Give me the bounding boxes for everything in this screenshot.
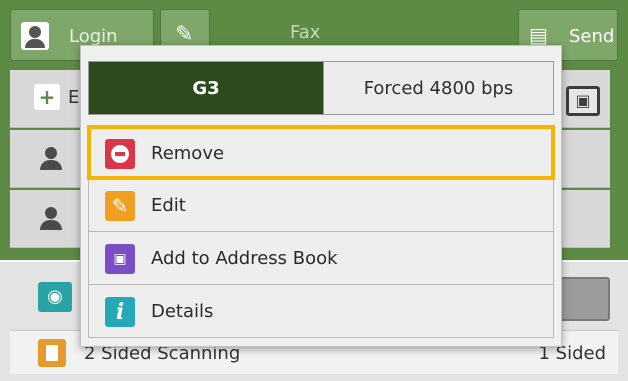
recipient-action-menu: Remove ✎ Edit ▣ Add to Address Book i De… <box>87 125 555 338</box>
forced-4800-mode-button[interactable]: Forced 4800 bps <box>323 62 553 114</box>
login-label: Login <box>69 26 118 47</box>
info-icon: i <box>105 297 135 327</box>
document-icon <box>38 339 66 367</box>
edit-menu-item[interactable]: ✎ Edit <box>88 179 554 232</box>
person-icon <box>38 145 64 171</box>
recipient-options-popup: G3 Forced 4800 bps Remove ✎ Edit ▣ Add t… <box>80 45 562 347</box>
transmission-mode-segment: G3 Forced 4800 bps <box>88 61 554 115</box>
remove-menu-item[interactable]: Remove <box>87 125 555 180</box>
add-recipient-label: E <box>68 87 80 108</box>
add-to-address-book-menu-item[interactable]: ▣ Add to Address Book <box>88 232 554 285</box>
details-menu-item[interactable]: i Details <box>88 285 554 338</box>
details-label: Details <box>151 301 214 322</box>
send-label: Send <box>569 26 615 47</box>
add-to-address-book-label: Add to Address Book <box>151 248 338 269</box>
user-icon <box>21 22 49 50</box>
plus-icon: + <box>34 84 60 110</box>
send-icon: ▤ <box>529 23 548 47</box>
page-title: Fax <box>290 22 321 43</box>
remove-label: Remove <box>151 143 225 164</box>
remove-icon <box>105 139 135 169</box>
pencil-icon: ✎ <box>105 191 135 221</box>
preview-eye-icon[interactable]: ◉ <box>38 282 72 312</box>
address-book-add-icon: ▣ <box>105 244 135 274</box>
person-icon <box>38 205 64 231</box>
edit-label: Edit <box>151 195 186 216</box>
address-book-icon[interactable]: ▣ <box>566 86 600 116</box>
g3-mode-button[interactable]: G3 <box>89 62 323 114</box>
pencil-icon: ✎ <box>175 22 194 47</box>
